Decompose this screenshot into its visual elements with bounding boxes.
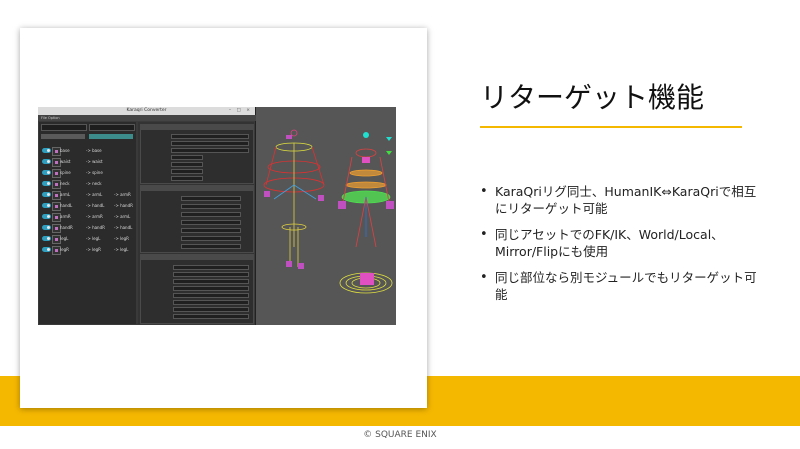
settings-section-1 <box>140 124 254 184</box>
settings-field[interactable] <box>173 286 249 291</box>
section-header[interactable] <box>141 255 253 260</box>
menu-bar[interactable]: File Option <box>38 115 258 121</box>
window-title: Karaqri Converter <box>38 107 255 115</box>
mapping-row[interactable]: base -> base <box>42 146 136 156</box>
settings-panel <box>138 122 254 324</box>
settings-field[interactable] <box>181 244 241 249</box>
settings-field[interactable] <box>171 155 203 160</box>
settings-field[interactable] <box>173 307 249 312</box>
toggle-switch[interactable] <box>42 236 51 241</box>
section-header[interactable] <box>141 186 253 191</box>
rig-viewport-drawing <box>263 129 394 294</box>
mapping-row[interactable]: armL -> armL -> armR <box>42 190 136 200</box>
3d-viewport[interactable] <box>256 107 396 325</box>
toggle-switch[interactable] <box>42 203 51 208</box>
toggle-switch[interactable] <box>42 181 51 186</box>
settings-field[interactable] <box>171 141 249 146</box>
toggle-switch[interactable] <box>42 192 51 197</box>
mapping-row[interactable]: handL -> handL -> handR <box>42 201 136 211</box>
settings-field[interactable] <box>173 265 249 270</box>
settings-field[interactable] <box>181 204 241 209</box>
settings-field[interactable] <box>181 236 241 241</box>
toggle-switch[interactable] <box>42 159 51 164</box>
toggle-switch[interactable] <box>42 247 51 252</box>
bullet-item: KaraQriリグ同士、HumanIK⇔KaraQriで相互にリターゲット可能 <box>480 183 760 217</box>
copyright: © SQUARE ENIX <box>363 430 437 440</box>
karaqri-converter-screenshot: Karaqri Converter – □ × File Option base… <box>38 107 396 325</box>
settings-field[interactable] <box>171 134 249 139</box>
toggle-switch[interactable] <box>42 148 51 153</box>
mapping-panel: base -> base waist -> waist spine -> spine … <box>39 122 136 324</box>
right-button[interactable] <box>89 134 133 139</box>
toggle-switch[interactable] <box>42 225 51 230</box>
settings-field[interactable] <box>173 272 249 277</box>
settings-field[interactable] <box>171 162 203 167</box>
bullet-list: KaraQriリグ同士、HumanIK⇔KaraQriで相互にリターゲット可能 … <box>480 183 760 312</box>
slide: © SQUARE ENIX Karaqri Converter – □ × Fi… <box>0 0 800 449</box>
settings-field[interactable] <box>173 293 249 298</box>
bullet-item: 同じアセットでのFK/IK、World/Local、Mirror/Flipにも使… <box>480 226 760 260</box>
settings-field[interactable] <box>171 148 249 153</box>
settings-field[interactable] <box>171 169 203 174</box>
settings-field[interactable] <box>173 300 249 305</box>
mapping-row[interactable]: legR -> legR -> legL <box>42 245 136 255</box>
title-underline <box>480 126 742 128</box>
target-combo[interactable] <box>89 124 135 131</box>
left-button[interactable] <box>41 134 85 139</box>
toggle-switch[interactable] <box>42 214 51 219</box>
window-controls[interactable]: – □ × <box>229 107 252 115</box>
settings-field[interactable] <box>181 212 241 217</box>
source-combo[interactable] <box>41 124 87 131</box>
settings-field[interactable] <box>181 220 241 225</box>
slide-title: リターゲット機能 <box>480 81 705 114</box>
settings-field[interactable] <box>181 228 241 233</box>
right-rig <box>339 132 393 294</box>
left-rig <box>263 129 325 267</box>
mapping-row[interactable]: neck -> neck <box>42 179 136 189</box>
settings-field[interactable] <box>173 279 249 284</box>
bullet-item: 同じ部位なら別モジュールでもリターゲット可能 <box>480 269 760 303</box>
mapping-row[interactable]: armR -> armR -> armL <box>42 212 136 222</box>
converter-window: Karaqri Converter – □ × File Option base… <box>38 107 258 325</box>
settings-field[interactable] <box>173 314 249 319</box>
mapping-row[interactable]: waist -> waist <box>42 157 136 167</box>
settings-section-3 <box>140 254 254 324</box>
mapping-row[interactable]: spine -> spine <box>42 168 136 178</box>
settings-field[interactable] <box>181 196 241 201</box>
toggle-switch[interactable] <box>42 170 51 175</box>
mapping-row[interactable]: handR -> handR -> handL <box>42 223 136 233</box>
section-header[interactable] <box>141 125 253 130</box>
settings-field[interactable] <box>171 176 203 181</box>
settings-section-2 <box>140 185 254 253</box>
mapping-row[interactable]: legL -> legL -> legR <box>42 234 136 244</box>
